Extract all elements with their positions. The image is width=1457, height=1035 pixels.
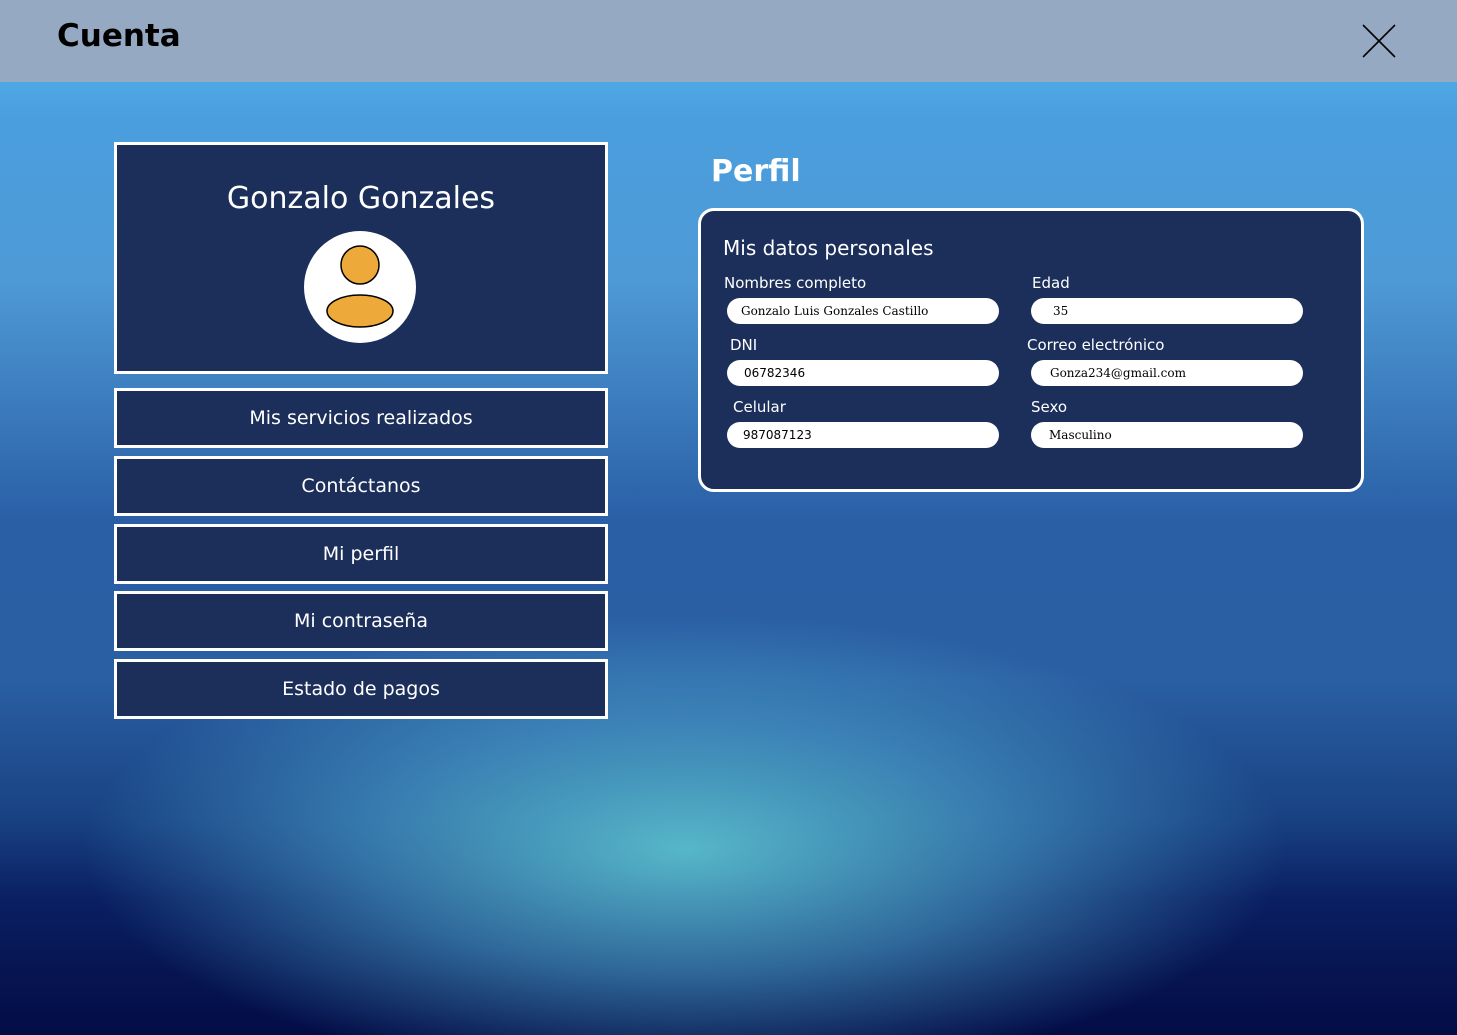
card-title: Mis datos personales (723, 236, 934, 260)
dni-field[interactable] (727, 360, 999, 386)
top-bar: Cuenta (0, 0, 1457, 82)
profile-name: Gonzalo Gonzales (226, 181, 496, 216)
phone-label: Celular (733, 398, 786, 416)
age-field[interactable] (1031, 298, 1303, 324)
menu-item-mi-perfil[interactable]: Mi perfil (114, 524, 608, 584)
profile-card: Gonzalo Gonzales (114, 142, 608, 374)
menu-item-contrasena[interactable]: Mi contraseña (114, 591, 608, 651)
email-label: Correo electrónico (1027, 336, 1165, 354)
avatar (304, 231, 416, 343)
menu-item-servicios[interactable]: Mis servicios realizados (114, 388, 608, 448)
email-field[interactable] (1031, 360, 1303, 386)
sex-label: Sexo (1031, 398, 1068, 416)
menu-item-estado-pagos[interactable]: Estado de pagos (114, 659, 608, 719)
section-title: Perfil (711, 154, 801, 189)
close-icon[interactable] (1360, 22, 1398, 60)
menu-item-contactanos[interactable]: Contáctanos (114, 456, 608, 516)
full-name-field[interactable] (727, 298, 999, 324)
sex-field[interactable] (1031, 422, 1303, 448)
full-name-label: Nombres completo (724, 274, 867, 292)
user-avatar-icon (326, 245, 394, 328)
age-label: Edad (1032, 274, 1070, 292)
phone-field[interactable] (727, 422, 999, 448)
dni-label: DNI (730, 336, 758, 354)
page-title: Cuenta (57, 18, 181, 54)
